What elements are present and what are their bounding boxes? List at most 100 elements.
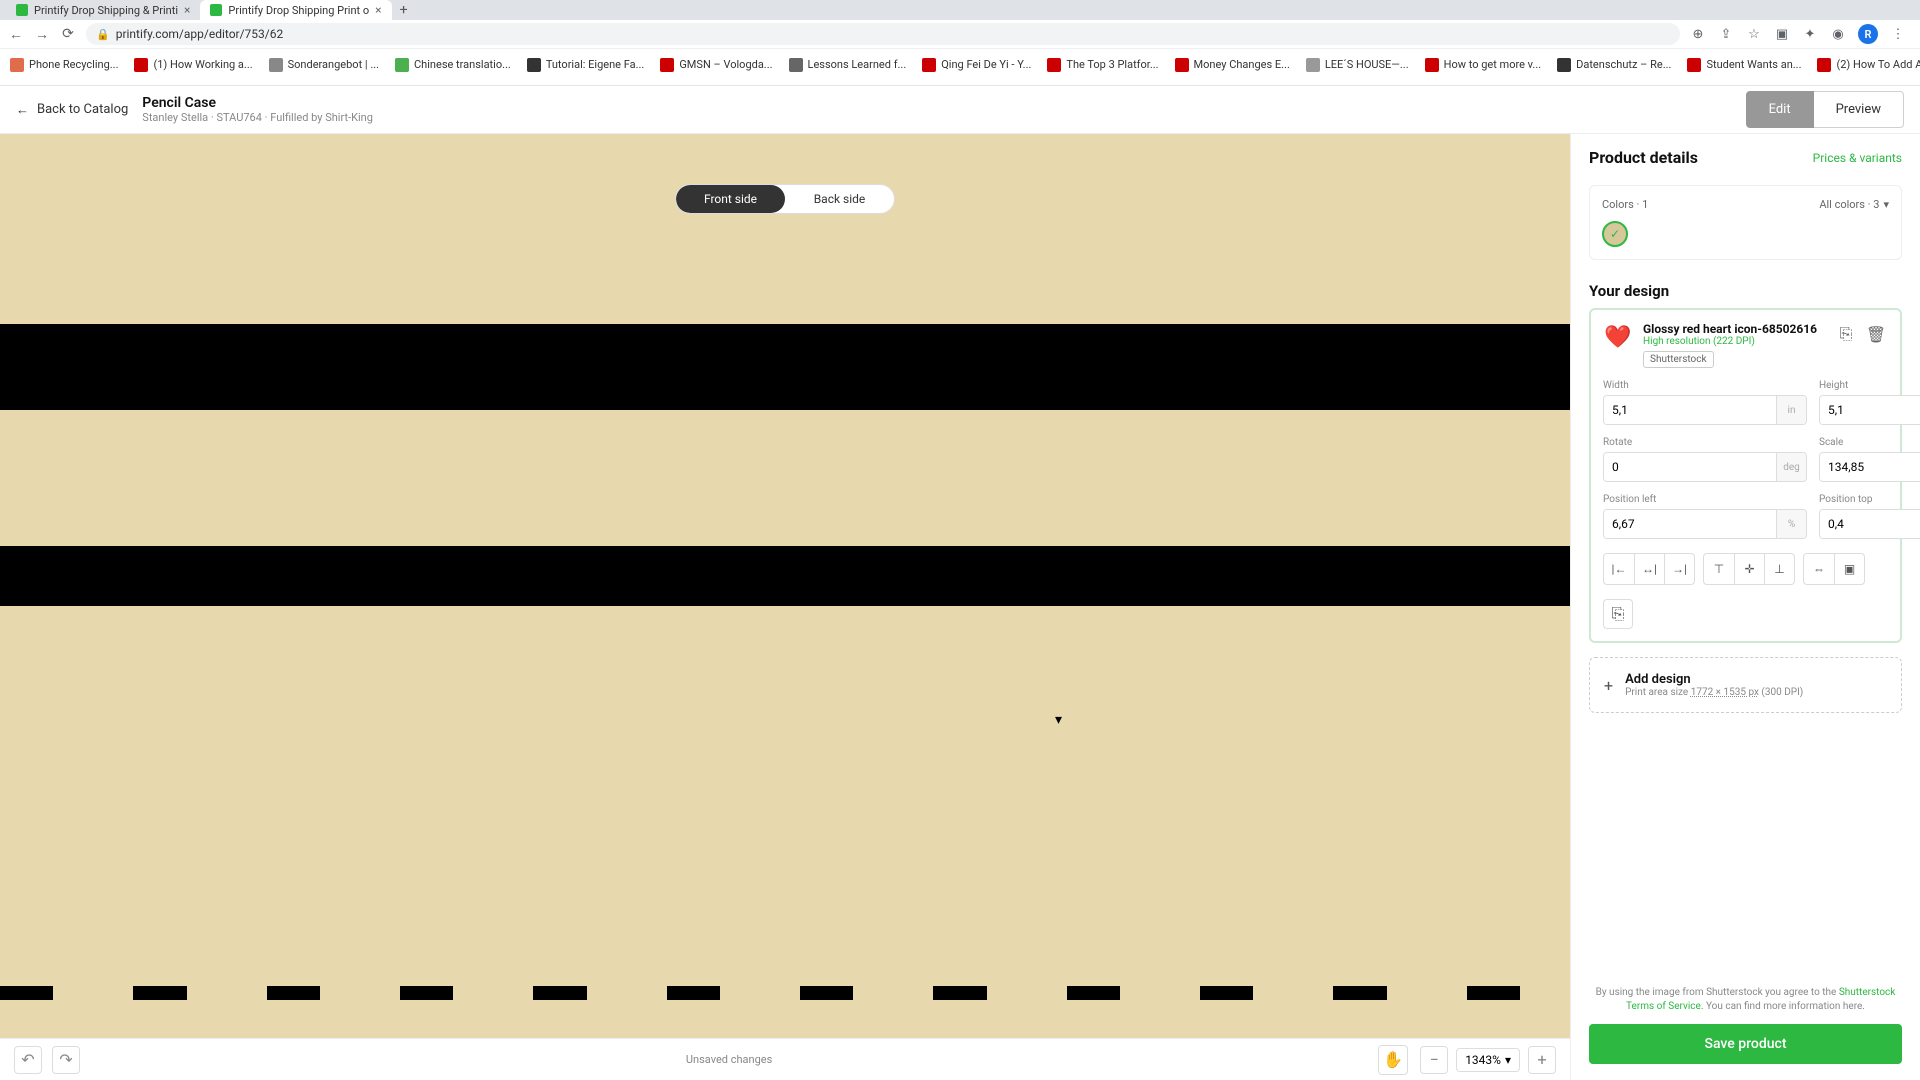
arrow-left-icon: ←: [16, 102, 29, 118]
side-toggle: Front side Back side: [675, 184, 895, 214]
app-header: ← Back to Catalog Pencil Case Stanley St…: [0, 86, 1920, 134]
close-icon[interactable]: ×: [375, 3, 381, 17]
bookmark-item[interactable]: Student Wants an...: [1687, 58, 1801, 72]
bookmark-item[interactable]: Phone Recycling...: [10, 58, 118, 72]
color-swatch[interactable]: ✓: [1602, 221, 1628, 247]
fit-fill-icon[interactable]: ▣: [1834, 554, 1864, 584]
colors-panel: Colors · 1 All colors · 3 ▾ ✓: [1589, 185, 1902, 260]
bookmark-item[interactable]: Tutorial: Eigene Fa...: [527, 58, 645, 72]
favicon-icon: [269, 58, 283, 72]
product-title: Pencil Case: [142, 95, 373, 111]
extension-icon[interactable]: ▣: [1774, 26, 1790, 42]
back-side-tab[interactable]: Back side: [785, 185, 894, 213]
share-icon[interactable]: ⇪: [1718, 26, 1734, 42]
bookmark-label: Phone Recycling...: [29, 58, 118, 71]
position-top-input[interactable]: [1820, 510, 1920, 538]
back-to-catalog-link[interactable]: ← Back to Catalog: [16, 102, 128, 118]
bookmark-label: Chinese translatio...: [414, 58, 511, 71]
bookmark-item[interactable]: Datenschutz – Re...: [1557, 58, 1671, 72]
fit-width-icon[interactable]: ⇔: [1804, 554, 1834, 584]
redo-button[interactable]: ↷: [52, 1046, 80, 1074]
duplicate-icon[interactable]: ⎘: [1603, 599, 1633, 629]
bottom-decoration: [0, 986, 1520, 1000]
bookmark-item[interactable]: (1) How Working a...: [134, 58, 252, 72]
bookmark-item[interactable]: (2) How To Add A...: [1817, 58, 1920, 72]
bookmark-item[interactable]: Lessons Learned f...: [789, 58, 907, 72]
favicon-icon: [134, 58, 148, 72]
edit-tab[interactable]: Edit: [1746, 91, 1814, 128]
menu-icon[interactable]: ⋮: [1890, 26, 1906, 42]
star-icon[interactable]: ☆: [1746, 26, 1762, 42]
rotate-label: Rotate: [1603, 437, 1807, 448]
back-label: Back to Catalog: [37, 102, 128, 117]
add-design-button[interactable]: + Add design Print area size 1772 × 1535…: [1589, 657, 1902, 713]
all-colors-dropdown[interactable]: All colors · 3 ▾: [1819, 198, 1889, 211]
zoom-out-button[interactable]: −: [1420, 1046, 1448, 1074]
favicon-icon: [1047, 58, 1061, 72]
add-design-subtitle: Print area size 1772 × 1535 px (300 DPI): [1625, 687, 1803, 698]
bookmark-item[interactable]: How to get more v...: [1425, 58, 1542, 72]
hand-tool-button[interactable]: ✋: [1378, 1045, 1408, 1075]
horizontal-align-group: |← ↔| →|: [1603, 553, 1695, 585]
preview-tab[interactable]: Preview: [1814, 91, 1904, 128]
rotate-input[interactable]: [1604, 453, 1776, 481]
bookmark-label: Student Wants an...: [1706, 58, 1801, 71]
align-center-v-icon[interactable]: ✛: [1734, 554, 1764, 584]
align-bottom-icon[interactable]: ⊥: [1764, 554, 1794, 584]
browser-tab[interactable]: Printify Drop Shipping Print o ×: [200, 0, 391, 20]
sidebar: Product details Prices & variants Colors…: [1570, 134, 1920, 1080]
all-colors-label: All colors · 3: [1819, 198, 1879, 211]
front-side-tab[interactable]: Front side: [676, 185, 785, 213]
position-left-input[interactable]: [1604, 510, 1776, 538]
bookmark-item[interactable]: Chinese translatio...: [395, 58, 511, 72]
bookmark-item[interactable]: Money Changes E...: [1175, 58, 1290, 72]
back-icon[interactable]: ←: [8, 26, 24, 42]
chevron-down-icon: ▾: [1505, 1053, 1511, 1067]
fit-group: ⇔ ▣: [1803, 553, 1865, 585]
align-center-h-icon[interactable]: ↔|: [1634, 554, 1664, 584]
new-tab-button[interactable]: +: [392, 0, 416, 20]
scale-input[interactable]: [1820, 453, 1920, 481]
trash-icon[interactable]: 🗑: [1864, 322, 1888, 346]
align-right-icon[interactable]: →|: [1664, 554, 1694, 584]
bookmark-item[interactable]: Qing Fei De Yi - Y...: [922, 58, 1031, 72]
bookmark-label: Tutorial: Eigene Fa...: [546, 58, 645, 71]
zoom-in-button[interactable]: +: [1528, 1046, 1556, 1074]
height-input[interactable]: [1820, 396, 1920, 424]
align-left-icon[interactable]: |←: [1604, 554, 1634, 584]
width-input[interactable]: [1604, 396, 1776, 424]
favicon-icon: [660, 58, 674, 72]
canvas-column: Front side Back side ▾ ↶ ↷ Unsaved chang…: [0, 134, 1570, 1080]
bookmark-item[interactable]: GMSN – Vologda...: [660, 58, 772, 72]
extension-icon[interactable]: ◉: [1830, 26, 1846, 42]
url-text: printify.com/app/editor/753/62: [116, 27, 284, 41]
vertical-align-group: ⊤ ✛ ⊥: [1703, 553, 1795, 585]
product-details-title: Product details: [1589, 148, 1698, 167]
close-icon[interactable]: ×: [184, 3, 190, 17]
your-design-title: Your design: [1571, 268, 1920, 308]
design-resolution: High resolution (222 DPI): [1643, 336, 1824, 347]
reload-icon[interactable]: ⟳: [60, 26, 76, 42]
translate-icon[interactable]: ⊕: [1690, 26, 1706, 42]
prices-variants-link[interactable]: Prices & variants: [1813, 151, 1902, 165]
bookmark-item[interactable]: LEE´S HOUSE—...: [1306, 58, 1409, 72]
puzzle-icon[interactable]: ✦: [1802, 26, 1818, 42]
save-product-button[interactable]: Save product: [1589, 1024, 1902, 1064]
bookmark-item[interactable]: The Top 3 Platfor...: [1047, 58, 1158, 72]
plus-icon: +: [1604, 676, 1613, 695]
favicon-icon: [1425, 58, 1439, 72]
tab-title: Printify Drop Shipping & Printi: [34, 4, 178, 17]
tab-bar: Printify Drop Shipping & Printi × Printi…: [0, 0, 1920, 20]
bookmark-item[interactable]: Sonderangebot | ...: [269, 58, 379, 72]
url-box[interactable]: 🔒 printify.com/app/editor/753/62: [86, 23, 1680, 45]
undo-button[interactable]: ↶: [14, 1046, 42, 1074]
align-top-icon[interactable]: ⊤: [1704, 554, 1734, 584]
copy-icon[interactable]: ⎘: [1834, 322, 1858, 346]
canvas-stage[interactable]: ▾: [0, 134, 1570, 1038]
browser-tab[interactable]: Printify Drop Shipping & Printi ×: [6, 0, 200, 20]
profile-avatar[interactable]: R: [1858, 24, 1878, 44]
tab-title: Printify Drop Shipping Print o: [228, 4, 369, 17]
zoom-dropdown[interactable]: 1343% ▾: [1456, 1048, 1520, 1072]
forward-icon[interactable]: →: [34, 26, 50, 42]
bookmark-bar: Phone Recycling... (1) How Working a... So…: [0, 48, 1920, 80]
